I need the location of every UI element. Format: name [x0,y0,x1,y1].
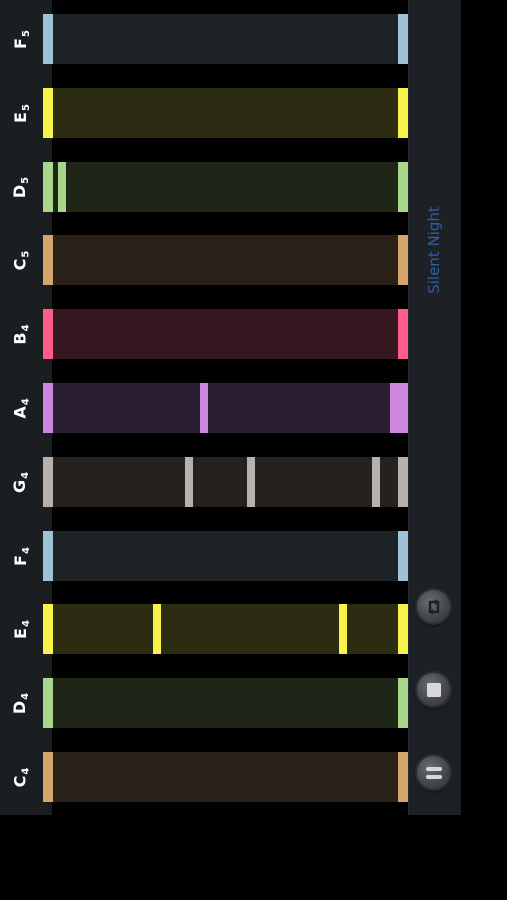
stop-icon [426,682,441,697]
note-lane-c4[interactable] [43,752,408,802]
lane-start-marker [43,14,53,64]
song-title-text: Silent Night [425,206,444,294]
note-label-g4: G4 [0,457,40,507]
loop-button[interactable] [417,590,450,623]
note-label-text: D5 [10,176,32,198]
note-label-text: F4 [10,546,32,566]
lane-start-marker [43,457,53,507]
note-octave: 4 [20,692,32,700]
note-name: B [10,331,30,345]
lane-end-marker [398,383,408,433]
note-lane-e5[interactable] [43,88,408,138]
note-name: D [10,700,30,714]
note-octave: 5 [20,176,32,184]
note-name: D [10,184,30,198]
lane-start-marker [43,752,53,802]
note-event-marker [339,604,347,654]
song-title: Silent Night [415,190,453,310]
piano-roll-app: Silent Night F5 E5 D5 C5 B4 A4 G4 F4 E4 D4 C4 [0,0,461,815]
note-octave: 4 [20,471,32,479]
note-label-d4: D4 [0,678,40,728]
note-octave: 5 [20,103,32,111]
note-label-text: C5 [10,250,32,270]
note-octave: 4 [20,397,32,405]
note-octave: 4 [20,323,32,331]
lane-start-marker [43,88,53,138]
note-event-marker [372,457,380,507]
note-octave: 4 [20,619,32,627]
note-label-text: C4 [10,767,32,787]
lane-start-marker [43,309,53,359]
note-label-c4: C4 [0,752,40,802]
note-label-d5: D5 [0,162,40,212]
lane-end-marker [398,752,408,802]
note-label-c5: C5 [0,235,40,285]
lane-end-marker [398,14,408,64]
note-lane-d5[interactable] [43,162,408,212]
note-event-marker [58,162,66,212]
note-name: F [10,37,30,49]
note-name: E [10,627,30,639]
lane-start-marker [43,531,53,581]
note-label-text: D4 [10,692,32,714]
note-label-a4: A4 [0,383,40,433]
lane-start-marker [43,678,53,728]
note-lane-a4[interactable] [43,383,408,433]
note-label-e5: E5 [0,88,40,138]
note-lane-c5[interactable] [43,235,408,285]
note-label-e4: E4 [0,604,40,654]
note-label-b4: B4 [0,309,40,359]
note-lane-b4[interactable] [43,309,408,359]
lane-end-marker [398,309,408,359]
lane-end-marker [398,162,408,212]
note-label-text: F5 [10,29,32,49]
note-name: G [10,479,30,493]
note-event-marker [247,457,255,507]
note-name: F [10,554,30,566]
note-octave: 5 [20,250,32,258]
note-name: C [10,258,30,270]
note-octave: 4 [20,767,32,775]
note-label-text: B4 [10,323,32,345]
note-lane-d4[interactable] [43,678,408,728]
lane-end-marker [398,457,408,507]
lane-start-marker [43,162,53,212]
lane-start-marker [43,235,53,285]
note-name: E [10,111,30,123]
note-lane-e4[interactable] [43,604,408,654]
stop-button[interactable] [417,673,450,706]
note-event-marker [153,604,161,654]
note-event-marker [185,457,193,507]
lane-end-marker [398,678,408,728]
note-lane-f4[interactable] [43,531,408,581]
note-label-text: E4 [10,619,32,639]
note-label-text: E5 [10,103,32,123]
note-octave: 5 [20,29,32,37]
lane-end-marker [398,604,408,654]
pause-button[interactable] [417,756,450,789]
lane-start-marker [43,604,53,654]
note-label-f4: F4 [0,531,40,581]
lane-start-marker [43,383,53,433]
lane-end-marker [398,235,408,285]
lane-end-marker [398,88,408,138]
note-label-f5: F5 [0,14,40,64]
note-octave: 4 [20,546,32,554]
note-label-text: A4 [10,397,32,419]
note-lane-f5[interactable] [43,14,408,64]
note-lane-g4[interactable] [43,457,408,507]
lane-end-marker [398,531,408,581]
pause-icon [425,766,442,779]
loop-icon [428,598,439,615]
note-label-text: G4 [10,471,32,493]
note-name: A [10,405,30,419]
note-event-marker [200,383,208,433]
note-event-marker [390,383,398,433]
note-name: C [10,775,30,787]
